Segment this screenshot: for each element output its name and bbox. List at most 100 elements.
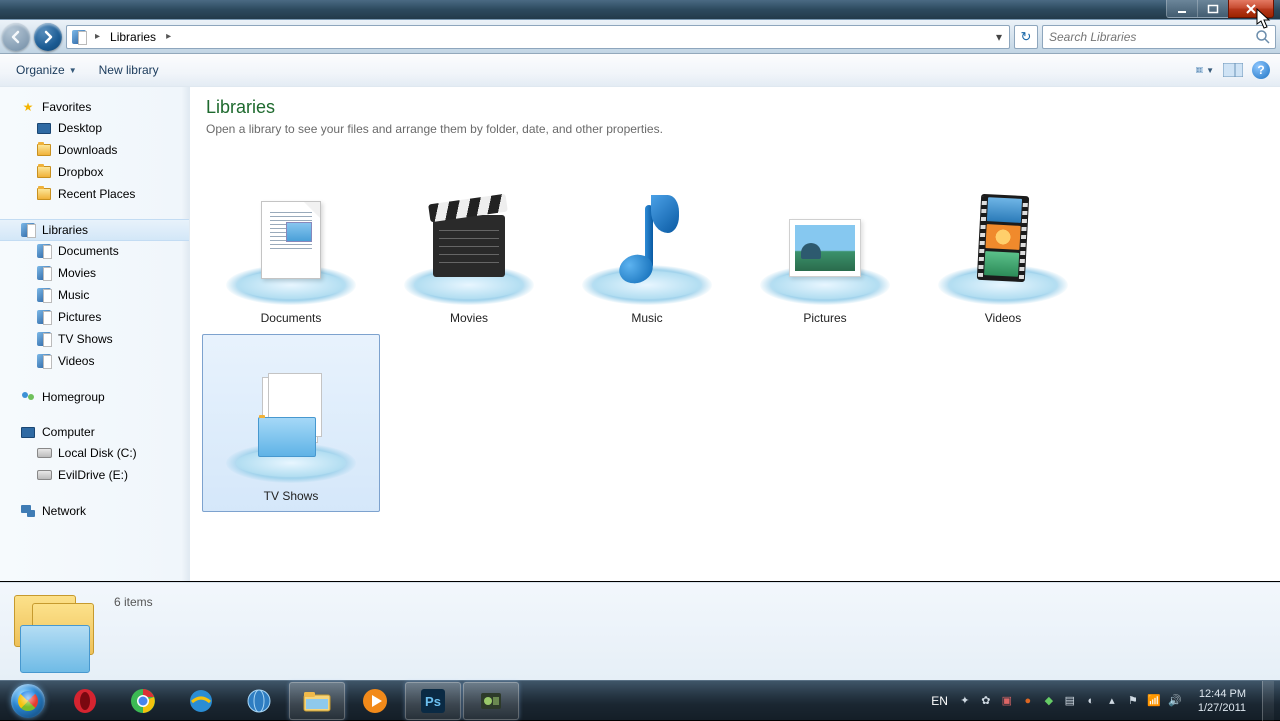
sidebar-item-evildrive[interactable]: EvilDrive (E:) bbox=[0, 464, 189, 486]
chevron-right-icon[interactable]: ▸ bbox=[89, 31, 106, 42]
music-icon bbox=[577, 175, 717, 305]
svg-text:Ps: Ps bbox=[425, 694, 441, 709]
taskbar-photoshop[interactable]: Ps bbox=[405, 682, 461, 720]
sidebar-item-downloads[interactable]: Downloads bbox=[0, 139, 189, 161]
sidebar-network[interactable]: Network bbox=[0, 501, 189, 521]
sidebar-item-desktop[interactable]: Desktop bbox=[0, 117, 189, 139]
taskbar-wmp[interactable] bbox=[347, 682, 403, 720]
tvshows-icon bbox=[221, 353, 361, 483]
network-icon[interactable]: 📶 bbox=[1147, 694, 1161, 708]
items-view[interactable]: Libraries Open a library to see your fil… bbox=[190, 87, 1280, 581]
sidebar-label: Computer bbox=[42, 425, 95, 439]
videos-icon bbox=[933, 175, 1073, 305]
sidebar-homegroup[interactable]: Homegroup bbox=[0, 387, 189, 407]
tray-icon[interactable]: ◆ bbox=[1042, 694, 1056, 708]
volume-icon[interactable]: 🔊 bbox=[1168, 694, 1182, 708]
tray-icon[interactable]: ✿ bbox=[979, 694, 993, 708]
tray-icon[interactable]: ✦ bbox=[958, 694, 972, 708]
library-music[interactable]: Music bbox=[558, 156, 736, 334]
libraries-icon bbox=[69, 27, 89, 47]
window-close-button[interactable] bbox=[1228, 0, 1274, 18]
library-grid: Documents Movies Music bbox=[202, 150, 1268, 512]
sidebar-item-dropbox[interactable]: Dropbox bbox=[0, 161, 189, 183]
pictures-icon bbox=[755, 175, 895, 305]
sidebar-label: Favorites bbox=[42, 100, 91, 114]
photoshop-icon: Ps bbox=[418, 688, 448, 714]
sidebar-libraries[interactable]: Libraries bbox=[0, 219, 189, 241]
start-button[interactable] bbox=[0, 681, 56, 721]
nav-back-button[interactable] bbox=[2, 23, 30, 51]
homegroup-icon bbox=[20, 389, 36, 405]
organize-button[interactable]: Organize ▼ bbox=[6, 59, 87, 81]
tray-icon[interactable]: ▣ bbox=[1000, 694, 1014, 708]
library-videos[interactable]: Videos bbox=[914, 156, 1092, 334]
breadcrumb-item[interactable]: Libraries bbox=[106, 30, 160, 44]
windows-orb-icon bbox=[11, 684, 45, 718]
sidebar-item-recent[interactable]: Recent Places bbox=[0, 183, 189, 205]
language-indicator[interactable]: EN bbox=[931, 694, 948, 708]
refresh-button[interactable]: ↻ bbox=[1014, 25, 1038, 49]
sidebar-computer[interactable]: Computer bbox=[0, 422, 189, 442]
view-options-button[interactable]: ▼ bbox=[1192, 58, 1218, 82]
help-button[interactable]: ? bbox=[1248, 58, 1274, 82]
chevron-down-icon: ▼ bbox=[69, 66, 77, 75]
details-pane: 6 items bbox=[0, 582, 1280, 680]
tray-overflow-icon[interactable]: ▴ bbox=[1105, 694, 1119, 708]
search-input[interactable] bbox=[1047, 29, 1255, 45]
tray-icon[interactable]: ◐ bbox=[1084, 694, 1098, 708]
chevron-right-icon[interactable]: ▸ bbox=[160, 31, 177, 42]
taskbar-app-blue[interactable] bbox=[231, 682, 287, 720]
taskbar-app-green[interactable] bbox=[463, 682, 519, 720]
search-icon bbox=[1255, 29, 1271, 45]
library-movies[interactable]: Movies bbox=[380, 156, 558, 334]
system-tray: EN ✦ ✿ ▣ ● ◆ ▤ ◐ ▴ ⚑ 📶 🔊 12:44 PM 1/27/2… bbox=[921, 681, 1280, 721]
opera-icon bbox=[70, 688, 100, 714]
sidebar-item-documents[interactable]: Documents bbox=[0, 240, 189, 262]
taskbar-clock[interactable]: 12:44 PM 1/27/2011 bbox=[1192, 687, 1252, 715]
library-documents[interactable]: Documents bbox=[202, 156, 380, 334]
taskbar-opera[interactable] bbox=[57, 682, 113, 720]
address-dropdown-icon[interactable]: ▾ bbox=[991, 30, 1007, 44]
details-item-count: 6 items bbox=[114, 591, 153, 609]
sidebar-item-music[interactable]: Music bbox=[0, 284, 189, 306]
address-bar[interactable]: ▸ Libraries ▸ ▾ bbox=[66, 25, 1010, 49]
taskbar-explorer[interactable] bbox=[289, 682, 345, 720]
sidebar-item-movies[interactable]: Movies bbox=[0, 262, 189, 284]
tray-icon[interactable]: ● bbox=[1021, 694, 1035, 708]
chrome-icon bbox=[128, 688, 158, 714]
sidebar-item-pictures[interactable]: Pictures bbox=[0, 306, 189, 328]
movies-icon bbox=[399, 175, 539, 305]
libraries-icon bbox=[20, 222, 36, 238]
tray-icon[interactable]: ▤ bbox=[1063, 694, 1077, 708]
taskbar: Ps EN ✦ ✿ ▣ ● ◆ ▤ ◐ ▴ ⚑ 📶 🔊 12:44 PM 1/2… bbox=[0, 680, 1280, 720]
library-pictures[interactable]: Pictures bbox=[736, 156, 914, 334]
show-desktop-button[interactable] bbox=[1262, 681, 1274, 721]
action-center-icon[interactable]: ⚑ bbox=[1126, 694, 1140, 708]
network-icon bbox=[20, 503, 36, 519]
globe-icon bbox=[244, 688, 274, 714]
command-bar: Organize ▼ New library ▼ ? bbox=[0, 54, 1280, 87]
clock-time: 12:44 PM bbox=[1198, 687, 1246, 701]
details-libraries-icon bbox=[12, 591, 98, 673]
navigation-pane: ★ Favorites Desktop Downloads Dropbox Re… bbox=[0, 87, 190, 581]
folder-icon bbox=[302, 688, 332, 714]
taskbar-ie[interactable] bbox=[173, 682, 229, 720]
library-tvshows[interactable]: TV Shows bbox=[202, 334, 380, 512]
sidebar-item-videos[interactable]: Videos bbox=[0, 350, 189, 372]
sidebar-favorites[interactable]: ★ Favorites bbox=[0, 97, 189, 117]
search-box[interactable] bbox=[1042, 25, 1276, 49]
new-library-button[interactable]: New library bbox=[89, 59, 169, 81]
organize-label: Organize bbox=[16, 63, 65, 77]
window-minimize-button[interactable] bbox=[1166, 0, 1198, 18]
nav-forward-button[interactable] bbox=[34, 23, 62, 51]
sidebar-item-tvshows[interactable]: TV Shows bbox=[0, 328, 189, 350]
taskbar-chrome[interactable] bbox=[115, 682, 171, 720]
ie-icon bbox=[186, 688, 216, 714]
window-maximize-button[interactable] bbox=[1197, 0, 1229, 18]
content-area: ★ Favorites Desktop Downloads Dropbox Re… bbox=[0, 87, 1280, 581]
play-icon bbox=[360, 688, 390, 714]
sidebar-item-localdisk[interactable]: Local Disk (C:) bbox=[0, 442, 189, 464]
clock-date: 1/27/2011 bbox=[1198, 701, 1246, 715]
help-icon: ? bbox=[1252, 61, 1270, 79]
preview-pane-button[interactable] bbox=[1220, 58, 1246, 82]
